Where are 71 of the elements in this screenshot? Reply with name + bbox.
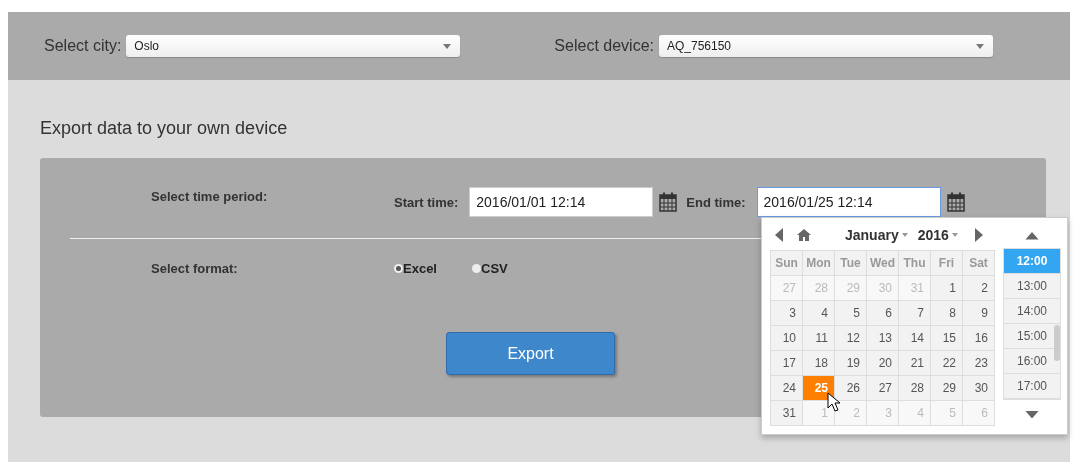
weekday-header: Tue <box>835 251 867 276</box>
city-label: Select city: <box>44 37 122 55</box>
weekday-header: Mon <box>803 251 835 276</box>
calendar-icon[interactable] <box>659 192 678 212</box>
end-time-field[interactable]: 2016/01/25 12:14 <box>756 187 941 217</box>
day-cell[interactable]: 14 <box>899 326 931 351</box>
day-cell[interactable]: 22 <box>931 351 963 376</box>
day-cell[interactable]: 17 <box>771 351 803 376</box>
weekday-header: Sun <box>771 251 803 276</box>
scroll-up-icon[interactable] <box>1025 232 1039 240</box>
home-icon[interactable] <box>797 229 811 241</box>
day-cell[interactable]: 7 <box>899 301 931 326</box>
scroll-down-icon[interactable] <box>1025 410 1039 418</box>
caret-icon <box>901 233 908 237</box>
caret-icon <box>443 43 452 49</box>
day-cell[interactable]: 9 <box>963 301 995 326</box>
period-label: Select time period: <box>151 189 269 204</box>
day-cell[interactable]: 28 <box>899 376 931 401</box>
year-select[interactable]: 2016 <box>917 227 958 243</box>
start-time-label: Start time: <box>394 194 459 210</box>
day-cell[interactable]: 2 <box>963 276 995 301</box>
scrollbar-thumb[interactable] <box>1054 324 1060 361</box>
radio-label[interactable]: Excel <box>403 261 437 276</box>
section-heading: Export data to your own device <box>40 118 289 139</box>
caret-icon <box>975 43 984 49</box>
weekday-header: Wed <box>867 251 899 276</box>
day-cell[interactable]: 21 <box>899 351 931 376</box>
radio-button[interactable] <box>472 264 481 273</box>
previous-icon[interactable] <box>775 228 783 242</box>
device-dropdown[interactable]: AQ_756150 <box>658 35 993 57</box>
day-cell[interactable]: 16 <box>963 326 995 351</box>
day-cell[interactable]: 3 <box>771 301 803 326</box>
time-option[interactable]: 14:00 <box>1004 298 1060 324</box>
day-cell[interactable]: 20 <box>867 351 899 376</box>
time-option[interactable]: 13:00 <box>1004 273 1060 299</box>
radio-label[interactable]: CSV <box>481 261 508 276</box>
day-cell[interactable]: 23 <box>963 351 995 376</box>
calendar-icon[interactable] <box>946 192 965 212</box>
format-label: Select format: <box>151 261 239 276</box>
day-cell[interactable]: 26 <box>835 376 867 401</box>
end-time-label: End time: <box>686 194 746 210</box>
caret-icon <box>951 233 958 237</box>
month-select[interactable]: January <box>845 227 908 243</box>
day-cell[interactable]: 4 <box>803 301 835 326</box>
radio-button[interactable] <box>394 264 403 273</box>
weekday-header: Sat <box>963 251 995 276</box>
day-cell[interactable]: 13 <box>867 326 899 351</box>
day-cell[interactable]: 11 <box>803 326 835 351</box>
day-cell[interactable]: 18 <box>803 351 835 376</box>
day-cell[interactable]: 8 <box>931 301 963 326</box>
day-cell[interactable]: 19 <box>835 351 867 376</box>
day-cell[interactable]: 31 <box>771 401 803 426</box>
day-cell[interactable]: 1 <box>931 276 963 301</box>
city-dropdown[interactable]: Oslo <box>126 35 461 57</box>
mouse-pointer-icon <box>827 392 841 412</box>
day-cell[interactable]: 12 <box>835 326 867 351</box>
export-button[interactable]: Export <box>446 332 615 375</box>
weekday-header: Fri <box>931 251 963 276</box>
start-time-field[interactable]: 2016/01/01 12:14 <box>469 187 654 217</box>
day-cell[interactable]: 24 <box>771 376 803 401</box>
day-cell[interactable]: 6 <box>867 301 899 326</box>
day-cell[interactable]: 27 <box>867 376 899 401</box>
next-icon[interactable] <box>974 228 983 242</box>
day-cell[interactable]: 5 <box>835 301 867 326</box>
day-cell[interactable]: 29 <box>931 376 963 401</box>
time-option[interactable]: 17:00 <box>1004 373 1060 399</box>
device-label: Select device: <box>554 37 654 55</box>
weekday-header: Thu <box>899 251 931 276</box>
day-cell[interactable]: 15 <box>931 326 963 351</box>
day-cell[interactable]: 10 <box>771 326 803 351</box>
day-cell[interactable]: 30 <box>963 376 995 401</box>
